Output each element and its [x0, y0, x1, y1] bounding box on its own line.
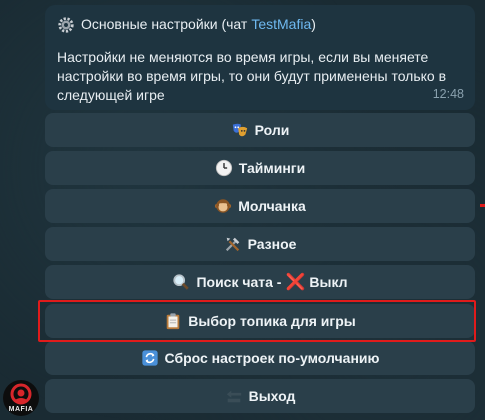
tools-icon	[225, 237, 239, 252]
cross-icon: ❌	[285, 274, 306, 291]
annotation-marker	[480, 204, 485, 207]
chat-name-link[interactable]: TestMafia	[251, 15, 311, 34]
magnifier-icon	[173, 274, 190, 290]
gear-icon	[58, 16, 74, 33]
refresh-icon	[141, 350, 158, 366]
clock-icon	[215, 159, 232, 177]
highlight-annotation	[38, 300, 476, 342]
chat-search-button-state: Выкл	[309, 274, 348, 290]
misc-button[interactable]: Разное	[45, 227, 475, 261]
monkey-icon	[215, 199, 232, 213]
silence-button[interactable]: Молчанка	[45, 189, 475, 223]
message-timestamp: 12:48	[432, 87, 464, 101]
timings-button[interactable]: Тайминги	[45, 151, 475, 185]
message-body: Настройки не меняются во время игры, есл…	[57, 49, 447, 103]
avatar-label: MAFIA	[8, 406, 34, 413]
timings-button-label: Тайминги	[238, 160, 306, 176]
exit-button-label: Выход	[248, 388, 296, 404]
chat-search-button[interactable]: Поиск чата - ❌ Выкл	[45, 265, 475, 299]
reset-settings-button-label: Сброс настроек по-умолчанию	[164, 350, 380, 366]
masks-icon	[232, 123, 247, 137]
back-arrow-icon	[226, 390, 241, 403]
misc-button-label: Разное	[247, 236, 297, 252]
reset-settings-button[interactable]: Сброс настроек по-умолчанию	[45, 341, 475, 375]
message-title-suffix: )	[311, 16, 316, 32]
silence-button-label: Молчанка	[238, 198, 306, 214]
message-title-prefix: Основные настройки (чат	[81, 16, 248, 32]
exit-button[interactable]: Выход	[45, 379, 475, 413]
roles-button-label: Роли	[254, 122, 290, 138]
message-title: Основные настройки (чат TestMafia )	[57, 15, 463, 34]
message-bubble: Основные настройки (чат TestMafia ) Наст…	[45, 5, 475, 110]
roles-button[interactable]: Роли	[45, 113, 475, 147]
avatar[interactable]: MAFIA	[3, 380, 39, 416]
chat-search-button-label: Поиск чата -	[196, 274, 282, 290]
